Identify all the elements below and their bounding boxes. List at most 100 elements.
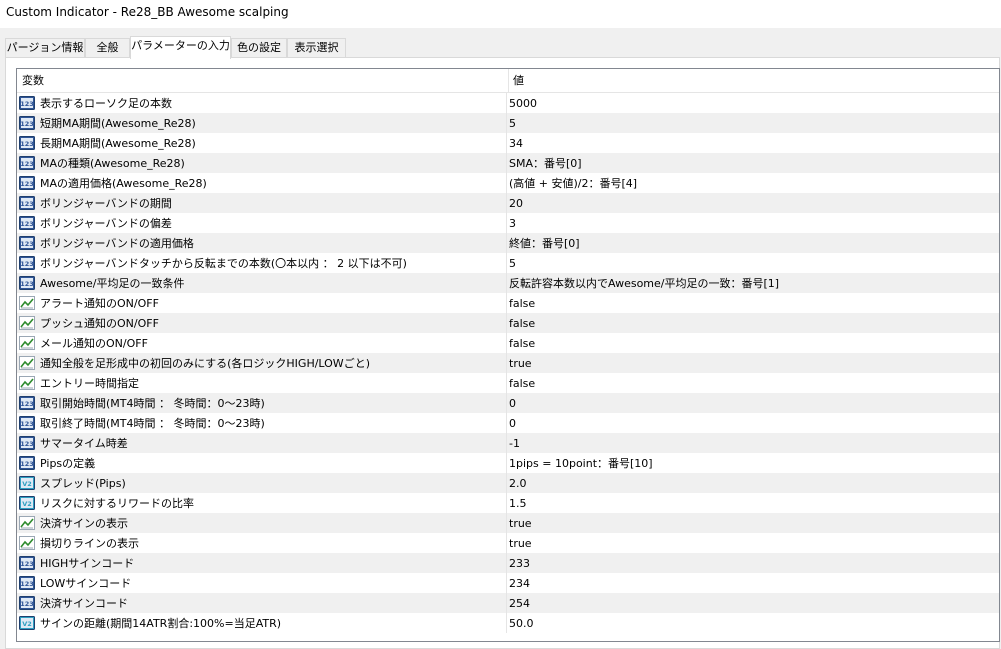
- parameter-value-cell[interactable]: 0: [507, 393, 999, 413]
- parameter-name: サマータイム時差: [40, 437, 128, 450]
- table-row[interactable]: V2 リスクに対するリワードの比率 1.5: [17, 493, 999, 513]
- table-row[interactable]: 123 短期MA期間(Awesome_Re28) 5: [17, 113, 999, 133]
- parameter-name: 取引終了時間(MT4時間 ： 冬時間：0～23時): [40, 417, 265, 430]
- svg-text:123: 123: [20, 460, 34, 468]
- parameter-value-cell[interactable]: SMA：番号[0]: [507, 153, 999, 173]
- parameter-value-cell[interactable]: 1.5: [507, 493, 999, 513]
- parameter-value-cell[interactable]: 1pips = 10point：番号[10]: [507, 453, 999, 473]
- parameter-value-cell[interactable]: false: [507, 313, 999, 333]
- parameter-name-cell[interactable]: 123 MAの適用価格(Awesome_Re28): [17, 173, 507, 193]
- parameter-value-cell[interactable]: true: [507, 533, 999, 553]
- parameter-name-cell[interactable]: エントリー時間指定: [17, 373, 507, 393]
- parameter-name-cell[interactable]: 123 短期MA期間(Awesome_Re28): [17, 113, 507, 133]
- table-row[interactable]: 123 取引開始時間(MT4時間 ： 冬時間：0～23時) 0: [17, 393, 999, 413]
- table-row[interactable]: 123 LOWサインコード 234: [17, 573, 999, 593]
- parameter-value-cell[interactable]: true: [507, 513, 999, 533]
- parameter-name-cell[interactable]: 123 MAの種類(Awesome_Re28): [17, 153, 507, 173]
- table-row[interactable]: 123 ボリンジャーバンドの偏差 3: [17, 213, 999, 233]
- table-row[interactable]: V2 サインの距離(期間14ATR割合:100%=当足ATR) 50.0: [17, 613, 999, 633]
- parameter-value-cell[interactable]: false: [507, 333, 999, 353]
- table-row[interactable]: 123 Awesome/平均足の一致条件 反転許容本数以内でAwesome/平均足の…: [17, 273, 999, 293]
- parameter-name-cell[interactable]: V2 リスクに対するリワードの比率: [17, 493, 507, 513]
- svg-text:123: 123: [20, 240, 34, 248]
- parameter-name: 損切りラインの表示: [40, 537, 139, 550]
- table-row[interactable]: 123 決済サインコード 254: [17, 593, 999, 613]
- parameter-value-cell[interactable]: 234: [507, 573, 999, 593]
- table-row[interactable]: 123 ボリンジャーバンドの期間 20: [17, 193, 999, 213]
- table-row[interactable]: 123 長期MA期間(Awesome_Re28) 34: [17, 133, 999, 153]
- parameter-value-cell[interactable]: 2.0: [507, 473, 999, 493]
- parameter-name-cell[interactable]: 123 長期MA期間(Awesome_Re28): [17, 133, 507, 153]
- table-row[interactable]: 123 取引終了時間(MT4時間 ： 冬時間：0～23時) 0: [17, 413, 999, 433]
- table-row[interactable]: V2 スプレッド(Pips) 2.0: [17, 473, 999, 493]
- int-icon: 123: [19, 556, 35, 570]
- table-row[interactable]: 123 Pipsの定義 1pips = 10point：番号[10]: [17, 453, 999, 473]
- parameter-value-cell[interactable]: 254: [507, 593, 999, 613]
- parameter-value-cell[interactable]: 5000: [507, 93, 999, 113]
- parameter-value-cell[interactable]: 5: [507, 113, 999, 133]
- parameter-name-cell[interactable]: 123 ボリンジャーバンドの期間: [17, 193, 507, 213]
- parameter-name-cell[interactable]: 損切りラインの表示: [17, 533, 507, 553]
- int-icon: 123: [19, 116, 35, 130]
- parameter-value: false: [509, 376, 536, 390]
- parameter-value-cell[interactable]: 50.0: [507, 613, 999, 633]
- table-row[interactable]: プッシュ通知のON/OFF false: [17, 313, 999, 333]
- tab-visualization[interactable]: 表示選択: [287, 38, 346, 58]
- parameter-value-cell[interactable]: 34: [507, 133, 999, 153]
- parameter-name-cell[interactable]: 123 LOWサインコード: [17, 573, 507, 593]
- parameter-value-cell[interactable]: 0: [507, 413, 999, 433]
- table-row[interactable]: 損切りラインの表示 true: [17, 533, 999, 553]
- table-row[interactable]: アラート通知のON/OFF false: [17, 293, 999, 313]
- table-row[interactable]: メール通知のON/OFF false: [17, 333, 999, 353]
- table-row[interactable]: エントリー時間指定 false: [17, 373, 999, 393]
- parameter-name-cell[interactable]: 123 Pipsの定義: [17, 453, 507, 473]
- parameter-name-cell[interactable]: 123 ボリンジャーバンドの適用価格: [17, 233, 507, 253]
- table-row[interactable]: 123 MAの種類(Awesome_Re28) SMA：番号[0]: [17, 153, 999, 173]
- parameter-value-cell[interactable]: 終値：番号[0]: [507, 233, 999, 253]
- parameter-value-cell[interactable]: 3: [507, 213, 999, 233]
- parameter-name-cell[interactable]: プッシュ通知のON/OFF: [17, 313, 507, 333]
- parameter-value-cell[interactable]: false: [507, 373, 999, 393]
- parameter-name-cell[interactable]: アラート通知のON/OFF: [17, 293, 507, 313]
- table-row[interactable]: 123 サマータイム時差 -1: [17, 433, 999, 453]
- parameter-value-cell[interactable]: 5: [507, 253, 999, 273]
- parameter-name-cell[interactable]: 123 ボリンジャーバンドの偏差: [17, 213, 507, 233]
- parameter-value: true: [509, 516, 532, 530]
- bool-icon: [19, 376, 35, 390]
- parameter-name-cell[interactable]: メール通知のON/OFF: [17, 333, 507, 353]
- tab-input-parameters[interactable]: パラメーターの入力: [130, 36, 231, 59]
- parameter-name-cell[interactable]: 123 表示するローソク足の本数: [17, 93, 507, 113]
- parameter-value: 0: [509, 416, 516, 430]
- table-row[interactable]: 通知全般を足形成中の初回のみにする(各ロジックHIGH/LOWごと) true: [17, 353, 999, 373]
- parameter-value-cell[interactable]: 反転許容本数以内でAwesome/平均足の一致：番号[1]: [507, 273, 999, 293]
- parameter-name-cell[interactable]: V2 サインの距離(期間14ATR割合:100%=当足ATR): [17, 613, 507, 633]
- column-header-variable[interactable]: 変数: [17, 69, 509, 92]
- parameter-name-cell[interactable]: 123 HIGHサインコード: [17, 553, 507, 573]
- parameter-name-cell[interactable]: 通知全般を足形成中の初回のみにする(各ロジックHIGH/LOWごと): [17, 353, 507, 373]
- parameter-value-cell[interactable]: (高値 + 安値)/2：番号[4]: [507, 173, 999, 193]
- svg-text:123: 123: [20, 200, 34, 208]
- parameter-name-cell[interactable]: 123 取引終了時間(MT4時間 ： 冬時間：0～23時): [17, 413, 507, 433]
- parameter-name-cell[interactable]: 123 ボリンジャーバンドタッチから反転までの本数(〇本以内 ： 2 以下は不可): [17, 253, 507, 273]
- parameter-value-cell[interactable]: false: [507, 293, 999, 313]
- table-row[interactable]: 123 HIGHサインコード 233: [17, 553, 999, 573]
- parameter-value-cell[interactable]: 20: [507, 193, 999, 213]
- table-row[interactable]: 123 MAの適用価格(Awesome_Re28) (高値 + 安値)/2：番号[4…: [17, 173, 999, 193]
- tab-colors[interactable]: 色の設定: [231, 38, 287, 58]
- table-row[interactable]: 123 ボリンジャーバンドタッチから反転までの本数(〇本以内 ： 2 以下は不可)…: [17, 253, 999, 273]
- table-row[interactable]: 決済サインの表示 true: [17, 513, 999, 533]
- parameter-name-cell[interactable]: 123 Awesome/平均足の一致条件: [17, 273, 507, 293]
- table-row[interactable]: 123 ボリンジャーバンドの適用価格 終値：番号[0]: [17, 233, 999, 253]
- parameter-name-cell[interactable]: 123 サマータイム時差: [17, 433, 507, 453]
- table-row[interactable]: 123 表示するローソク足の本数 5000: [17, 93, 999, 113]
- parameter-name-cell[interactable]: 123 取引開始時間(MT4時間 ： 冬時間：0～23時): [17, 393, 507, 413]
- parameter-value-cell[interactable]: 233: [507, 553, 999, 573]
- parameter-name-cell[interactable]: V2 スプレッド(Pips): [17, 473, 507, 493]
- parameter-name-cell[interactable]: 決済サインの表示: [17, 513, 507, 533]
- parameter-name-cell[interactable]: 123 決済サインコード: [17, 593, 507, 613]
- parameter-value-cell[interactable]: -1: [507, 433, 999, 453]
- column-header-value[interactable]: 値: [509, 69, 524, 92]
- tab-general[interactable]: 全般: [85, 38, 130, 58]
- tab-version-info[interactable]: パージョン情報: [5, 38, 85, 58]
- parameter-value-cell[interactable]: true: [507, 353, 999, 373]
